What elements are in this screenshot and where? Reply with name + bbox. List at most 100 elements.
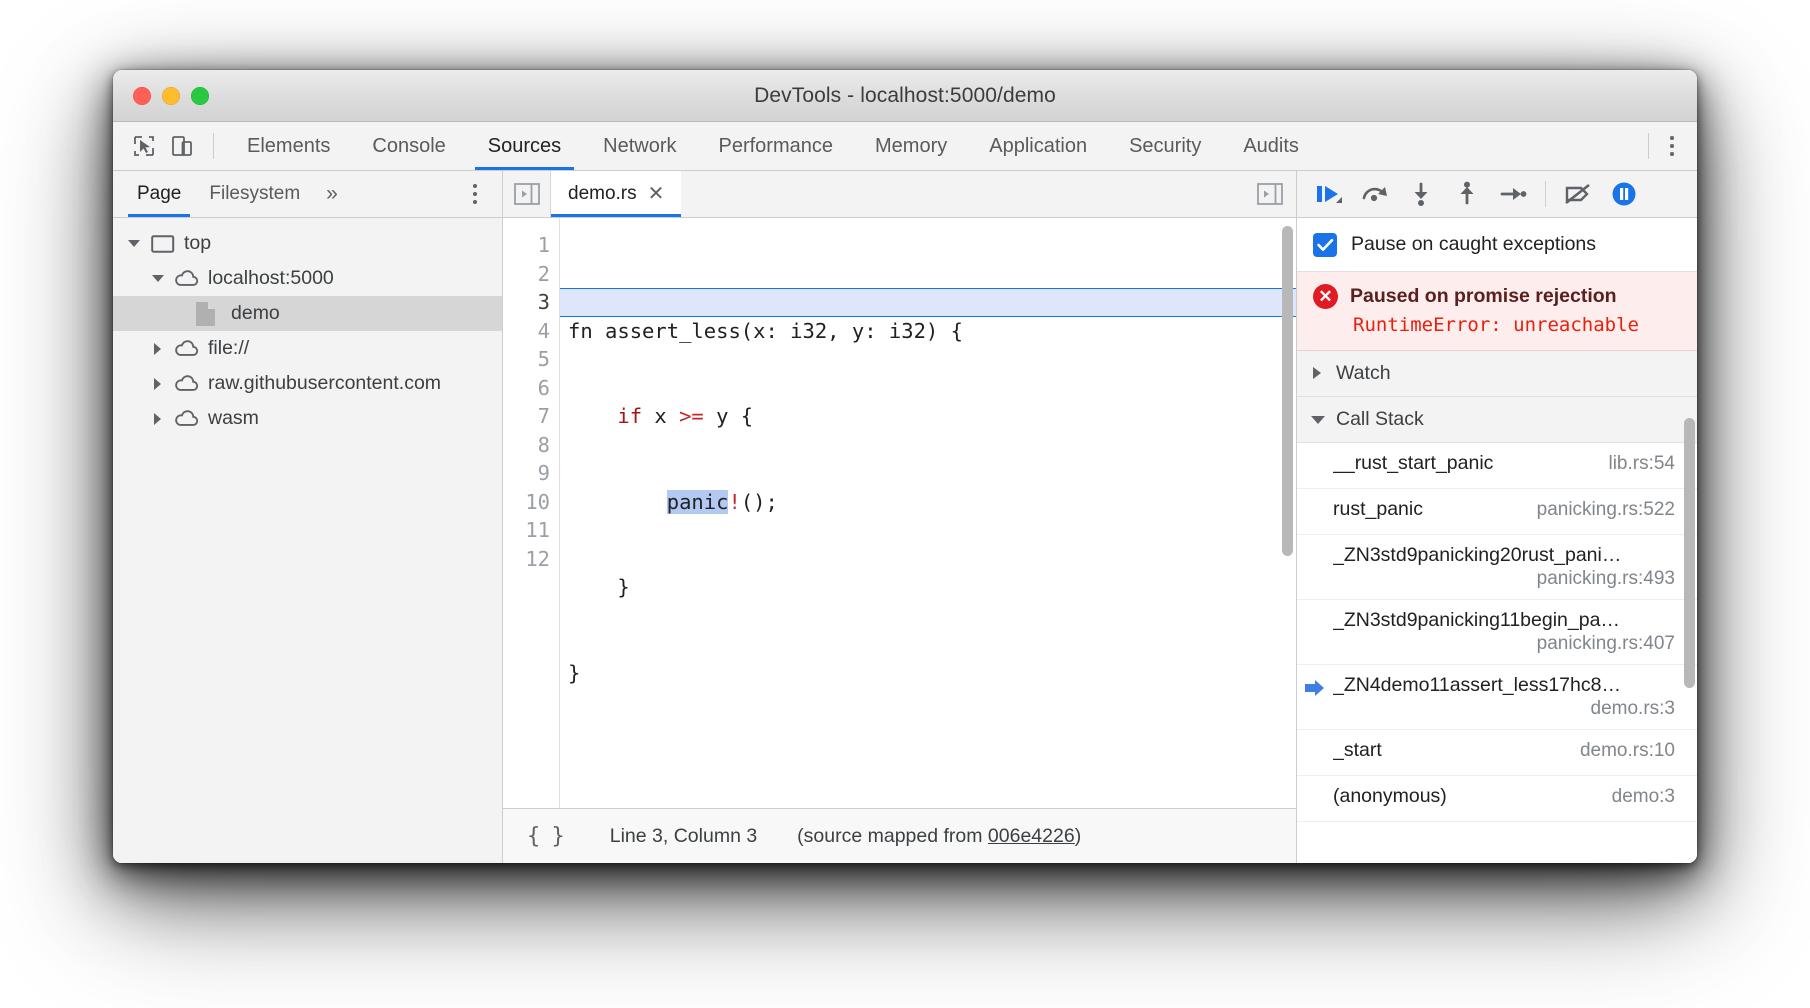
show-debugger-icon[interactable]: [1244, 171, 1296, 217]
tab-sources[interactable]: Sources: [467, 122, 582, 170]
navigator-more-vertical-icon[interactable]: [458, 175, 492, 213]
tab-elements[interactable]: Elements: [226, 122, 351, 170]
tree-item-localhost[interactable]: localhost:5000: [113, 261, 502, 296]
window-title: DevTools - localhost:5000/demo: [113, 84, 1697, 108]
call-stack-label: Call Stack: [1336, 408, 1424, 431]
chevron-down-icon[interactable]: [127, 236, 143, 252]
code-text[interactable]: fn assert_less(x: i32, y: i32) { if x >=…: [559, 218, 1296, 808]
tree-item-wasm[interactable]: wasm: [113, 401, 502, 436]
window-titlebar: DevTools - localhost:5000/demo: [113, 70, 1697, 122]
call-stack-frame[interactable]: _start demo.rs:10: [1297, 730, 1697, 776]
tab-memory[interactable]: Memory: [854, 122, 968, 170]
tree-item-raw-githubusercontent[interactable]: raw.githubusercontent.com: [113, 366, 502, 401]
call-stack-frame[interactable]: _ZN3std9panicking11begin_pa… panicking.r…: [1297, 600, 1697, 665]
tab-memory-label: Memory: [875, 135, 947, 158]
call-stack-frame[interactable]: rust_panic panicking.rs:522: [1297, 489, 1697, 535]
tree-item-label: file://: [208, 337, 249, 360]
frame-name: rust_panic: [1333, 498, 1423, 521]
maximize-window-button[interactable]: [191, 87, 209, 105]
source-map-link[interactable]: 006e4226: [988, 825, 1075, 847]
pause-on-caught-exceptions-row[interactable]: Pause on caught exceptions: [1297, 218, 1697, 272]
source-map-info: (source mapped from 006e4226): [797, 825, 1081, 848]
tree-item-file-protocol[interactable]: file://: [113, 331, 502, 366]
nav-tab-filesystem[interactable]: Filesystem: [195, 171, 314, 217]
tree-item-label: wasm: [208, 407, 259, 430]
tree-item-top[interactable]: top: [113, 226, 502, 261]
call-stack-frame[interactable]: (anonymous) demo:3: [1297, 776, 1697, 822]
tree-item-label: top: [184, 232, 211, 255]
frame-location: demo.rs:10: [1580, 740, 1675, 762]
chevron-down-icon[interactable]: [151, 271, 167, 287]
navigator-tabbar: Page Filesystem »: [113, 171, 502, 218]
paused-banner: ✕ Paused on promise rejection RuntimeErr…: [1297, 272, 1697, 351]
frame-marker: [1297, 498, 1333, 502]
execution-line-highlight: [560, 288, 1296, 317]
code-area[interactable]: 1 2 3 4 5 6 7 8 9 10 11 12: [503, 218, 1296, 808]
frame-body: __rust_start_panic lib.rs:54: [1333, 452, 1675, 475]
device-toolbar-icon[interactable]: [163, 127, 201, 165]
chevron-right-icon[interactable]: [151, 411, 167, 427]
nav-tab-page[interactable]: Page: [123, 171, 195, 217]
toolbar-divider: [213, 133, 214, 159]
line-number: 2: [503, 260, 550, 289]
line-number: 8: [503, 431, 550, 460]
nav-overflow-chevron-icon[interactable]: »: [314, 171, 350, 217]
line-number: 6: [503, 374, 550, 403]
navigator-pane: Page Filesystem » top: [113, 171, 503, 863]
frame-name: _ZN4demo11assert_less17hc8…: [1333, 674, 1621, 697]
frame-location: demo:3: [1612, 786, 1675, 808]
tab-audits[interactable]: Audits: [1222, 122, 1320, 170]
pause-on-caught-checkbox[interactable]: [1313, 233, 1337, 257]
active-frame-arrow-icon: [1297, 674, 1333, 698]
resume-icon[interactable]: [1307, 174, 1351, 214]
step-out-icon[interactable]: [1445, 174, 1489, 214]
watch-section-header[interactable]: Watch: [1297, 351, 1697, 397]
frame-body: _start demo.rs:10: [1333, 739, 1675, 762]
close-window-button[interactable]: [133, 87, 151, 105]
minimize-window-button[interactable]: [162, 87, 180, 105]
more-vertical-icon[interactable]: [1655, 127, 1689, 165]
tab-console[interactable]: Console: [351, 122, 466, 170]
file-tab-demo-rs[interactable]: demo.rs ✕: [551, 171, 681, 217]
tab-application[interactable]: Application: [968, 122, 1108, 170]
step-over-icon[interactable]: [1353, 174, 1397, 214]
chevron-right-icon[interactable]: [1311, 367, 1325, 381]
close-icon[interactable]: ✕: [648, 184, 665, 204]
call-stack-list: __rust_start_panic lib.rs:54 rust_panic …: [1297, 443, 1697, 863]
call-stack-frame[interactable]: _ZN3std9panicking20rust_pani… panicking.…: [1297, 535, 1697, 600]
tab-security-label: Security: [1129, 135, 1201, 158]
tab-elements-label: Elements: [247, 135, 330, 158]
editor-vertical-scrollbar[interactable]: [1282, 226, 1293, 556]
tab-performance-label: Performance: [719, 135, 834, 158]
call-stack-frame[interactable]: __rust_start_panic lib.rs:54: [1297, 443, 1697, 489]
debugger-vertical-scrollbar[interactable]: [1684, 418, 1695, 688]
tree-item-demo[interactable]: demo: [113, 296, 502, 331]
file-tab-label: demo.rs: [568, 183, 637, 205]
frame-location: panicking.rs:407: [1537, 633, 1675, 655]
call-stack-section-header[interactable]: Call Stack: [1297, 397, 1697, 443]
tab-network-label: Network: [603, 135, 676, 158]
line-number: 11: [503, 516, 550, 545]
line-number: 1: [503, 231, 550, 260]
frame-marker: [1297, 544, 1333, 548]
editor-tabbar: demo.rs ✕: [503, 171, 1296, 218]
code-line-3: panic!();: [560, 488, 1296, 517]
tree-item-label: localhost:5000: [208, 267, 334, 290]
deactivate-breakpoints-icon[interactable]: [1556, 174, 1600, 214]
tab-security[interactable]: Security: [1108, 122, 1222, 170]
cloud-icon: [174, 408, 199, 430]
pause-on-exceptions-icon[interactable]: [1602, 174, 1646, 214]
tab-network[interactable]: Network: [582, 122, 697, 170]
inspect-cursor-icon[interactable]: [125, 127, 163, 165]
code-editor[interactable]: 1 2 3 4 5 6 7 8 9 10 11 12: [503, 218, 1296, 808]
chevron-right-icon[interactable]: [151, 376, 167, 392]
step-into-icon[interactable]: [1399, 174, 1443, 214]
frame-name: __rust_start_panic: [1333, 452, 1493, 475]
tab-performance[interactable]: Performance: [698, 122, 855, 170]
chevron-right-icon[interactable]: [151, 341, 167, 357]
pretty-print-icon[interactable]: { }: [519, 824, 572, 849]
chevron-down-icon[interactable]: [1311, 413, 1325, 427]
show-navigator-icon[interactable]: [503, 171, 551, 217]
call-stack-frame-active[interactable]: _ZN4demo11assert_less17hc8… demo.rs:3: [1297, 665, 1697, 730]
step-icon[interactable]: [1491, 174, 1535, 214]
